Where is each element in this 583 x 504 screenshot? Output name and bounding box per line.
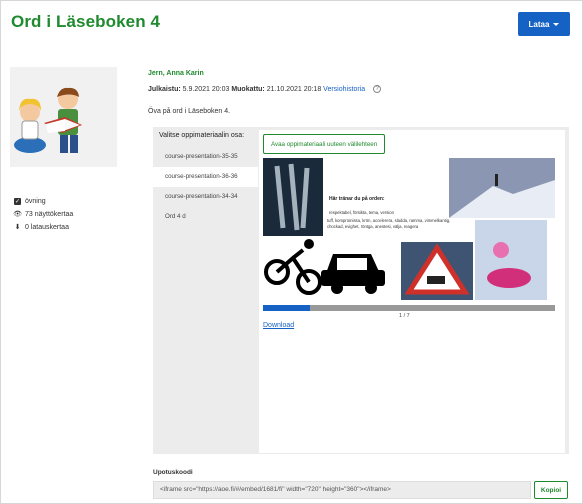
- slide-canvas: Här tränar du på orden: respektabel, för…: [263, 158, 555, 303]
- modified-label: Muokattu:: [231, 85, 265, 93]
- slide-line1: respektabel, försikta, tema, version: [329, 210, 395, 215]
- author-name[interactable]: Jern, Anna Karin: [148, 70, 204, 77]
- material-thumbnail: [10, 67, 117, 167]
- material-part-item[interactable]: Ord 4 d: [153, 207, 258, 227]
- material-part-item[interactable]: course-presentation-35-35: [153, 147, 258, 167]
- version-history-link[interactable]: Versiohistoria: [323, 86, 365, 93]
- material-part-item-selected[interactable]: course-presentation-36-36: [153, 167, 258, 187]
- presentation-slide[interactable]: Här tränar du på orden: respektabel, för…: [263, 158, 555, 303]
- views-count: 73 näyttökertaa: [25, 211, 74, 218]
- sledding-image: [475, 220, 547, 300]
- material-panel: Valitse oppimateriaalin osa: course-pres…: [153, 127, 569, 454]
- slide-progress-fill: [263, 305, 310, 311]
- embed-code-label: Upotuskoodi: [153, 469, 193, 476]
- slide-line2: tuff, kompromissa, krön, accelerera, sla…: [327, 218, 451, 229]
- checkbox-icon: ✓: [14, 198, 21, 205]
- slide-page-indicator: 1 / 7: [399, 313, 410, 319]
- material-description: Öva på ord i Läseboken 4.: [148, 108, 231, 115]
- download-button-label: Lataa: [528, 19, 550, 29]
- download-icon: ⬇: [14, 224, 21, 231]
- tag-label: övning: [25, 198, 46, 205]
- caret-down-icon: [553, 22, 560, 26]
- published-date: 5.9.2021 20:03: [182, 85, 230, 93]
- help-icon[interactable]: ?: [373, 85, 382, 93]
- kids-reading-illustration: [10, 67, 117, 167]
- published-label: Julkaistu:: [148, 85, 181, 93]
- download-dropdown-button[interactable]: Lataa: [518, 12, 570, 36]
- page-title: Ord i Läseboken 4: [11, 12, 161, 31]
- embed-code-field[interactable]: <iframe src="https://aoe.fi/#/embed/1681…: [153, 481, 531, 499]
- slide-progress-bar[interactable]: [263, 305, 555, 311]
- tag-row: ✓ övning: [14, 197, 73, 206]
- material-part-item[interactable]: course-presentation-34-34: [153, 187, 258, 207]
- views-row: 👁 73 näyttökertaa: [13, 210, 74, 219]
- download-link[interactable]: Download: [263, 322, 294, 329]
- material-part-label: Valitse oppimateriaalin osa:: [159, 132, 245, 139]
- dates-line: Julkaistu: 5.9.2021 20:03 Muokattu: 21.1…: [148, 85, 382, 93]
- slide-line2-wrap: tuff, kompromissa, krön, accelerera, sla…: [327, 218, 451, 229]
- slide-heading: Här tränar du på orden:: [329, 195, 385, 202]
- modified-date: 21.10.2021 20:18: [266, 85, 322, 93]
- material-stats: ✓ övning 👁 73 näyttökertaa ⬇ 0 latausker…: [13, 197, 74, 236]
- downloads-row: ⬇ 0 latauskertaa: [14, 223, 73, 232]
- open-in-new-tab-button[interactable]: Avaa oppimateriaali uuteen välilehteen: [263, 134, 386, 154]
- material-viewer: Avaa oppimateriaali uuteen välilehteen H…: [259, 130, 565, 453]
- copy-button[interactable]: Kopioi: [534, 481, 568, 499]
- downloads-count: 0 latauskertaa: [25, 224, 69, 231]
- material-part-list: course-presentation-35-35 course-present…: [153, 147, 258, 227]
- eye-icon: 👁: [13, 211, 22, 218]
